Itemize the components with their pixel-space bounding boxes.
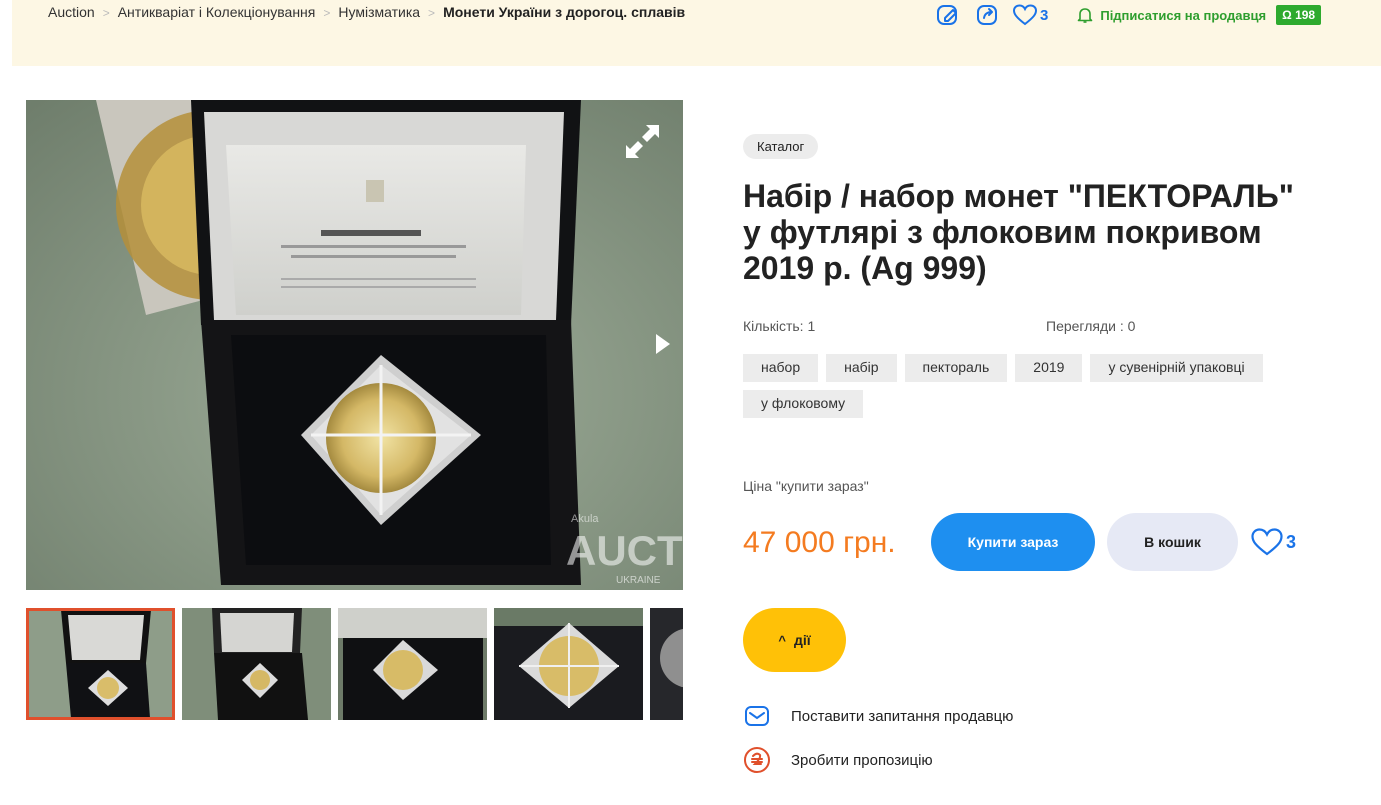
rating-icon: Ω: [1282, 8, 1292, 22]
lot-meta: Кількість: 1 Перегляди : 0: [743, 318, 1303, 334]
add-to-cart-button[interactable]: В кошик: [1107, 513, 1238, 571]
buy-now-button[interactable]: Купити зараз: [931, 513, 1095, 571]
chevron-up-icon: ^: [778, 632, 786, 648]
thumbnail[interactable]: [182, 608, 331, 720]
lot-title: Набір / набор монет "ПЕКТОРАЛЬ" у футляр…: [743, 178, 1294, 286]
actions-label: дії: [793, 632, 811, 648]
thumbnail-image: [650, 608, 683, 720]
likes-count: 3: [1286, 531, 1297, 552]
price-label: Ціна "купити зараз": [743, 478, 869, 494]
breadcrumb-current[interactable]: Монети України з дорогоц. сплавів: [443, 4, 685, 20]
breadcrumb: Auction > Антикваріат і Колекціонування > Ну…: [48, 2, 728, 23]
tag-list: набор набір пектораль 2019 у сувенірній …: [743, 354, 1313, 426]
seller-rating-badge[interactable]: Ω 198: [1276, 5, 1322, 25]
tag[interactable]: у флоковому: [743, 390, 864, 418]
thumbnail-image: [494, 608, 643, 720]
top-actions: 3 Підписатися на продавця Ω 198: [932, 0, 1322, 30]
top-bar: Auction > Антикваріат і Колекціонування > Ну…: [12, 0, 1381, 66]
subscribe-button[interactable]: Підписатися на продавця: [1076, 6, 1266, 24]
bell-icon: [1078, 8, 1093, 23]
thumbnail[interactable]: [650, 608, 683, 720]
thumbnail-image: [26, 608, 175, 720]
watermark-user: Akula: [571, 513, 599, 525]
edit-icon: [937, 5, 957, 25]
heart-icon: [1012, 4, 1038, 26]
tag[interactable]: пектораль: [904, 354, 1008, 382]
ask-seller-link[interactable]: Поставити запитання продавцю: [743, 702, 1013, 730]
subscribe-label: Підписатися на продавця: [1100, 7, 1267, 23]
breadcrumb-separator: >: [428, 6, 436, 20]
likes-count-top: 3: [1040, 6, 1049, 24]
thumbnail[interactable]: [26, 608, 175, 720]
thumbnail[interactable]: [338, 608, 487, 720]
views-text: Перегляди : 0: [1046, 318, 1136, 334]
product-photo: AUCTION UKRAINE Akula: [26, 100, 683, 590]
breadcrumb-separator: >: [323, 6, 331, 20]
watermark-main: AUCTION: [566, 527, 683, 574]
share-button[interactable]: [972, 1, 1004, 29]
actions-menu-button[interactable]: ^ дії: [743, 608, 846, 672]
breadcrumb-antiques[interactable]: Антикваріат і Колекціонування: [118, 4, 316, 20]
thumbnail-image: [182, 608, 331, 720]
share-icon: [977, 5, 997, 25]
favorite-button[interactable]: 3: [1250, 527, 1296, 557]
edit-button[interactable]: [932, 1, 964, 29]
price-value: 47 000 грн.: [743, 526, 896, 559]
quantity-text: Кількість: 1: [743, 318, 816, 334]
make-offer-label: Зробити пропозицію: [791, 751, 933, 769]
hryvnia-icon: [743, 746, 771, 774]
breadcrumb-auction[interactable]: Auction: [48, 4, 95, 20]
seller-rating-value: 198: [1295, 8, 1316, 22]
ask-seller-label: Поставити запитання продавцю: [791, 707, 1014, 725]
thumbnail-image: [338, 608, 487, 720]
tag[interactable]: набір: [826, 354, 897, 382]
lot-page: Auction > Антикваріат і Колекціонування > Ну…: [0, 0, 1381, 805]
envelope-icon: [743, 702, 771, 730]
main-photo[interactable]: AUCTION UKRAINE Akula: [26, 100, 683, 590]
thumbnail-strip: [26, 608, 683, 720]
catalog-badge[interactable]: Каталог: [743, 134, 819, 159]
make-offer-link[interactable]: Зробити пропозицію: [743, 746, 933, 774]
breadcrumb-numismatics[interactable]: Нумізматика: [338, 4, 420, 20]
tag[interactable]: у сувенірній упаковці: [1090, 354, 1263, 382]
watermark-sub: UKRAINE: [616, 575, 661, 586]
breadcrumb-separator: >: [102, 6, 110, 20]
tag[interactable]: набор: [743, 354, 819, 382]
favorite-button-top[interactable]: 3: [1012, 3, 1048, 27]
thumbnail[interactable]: [494, 608, 643, 720]
heart-icon: [1251, 528, 1283, 556]
tag[interactable]: 2019: [1015, 354, 1083, 382]
